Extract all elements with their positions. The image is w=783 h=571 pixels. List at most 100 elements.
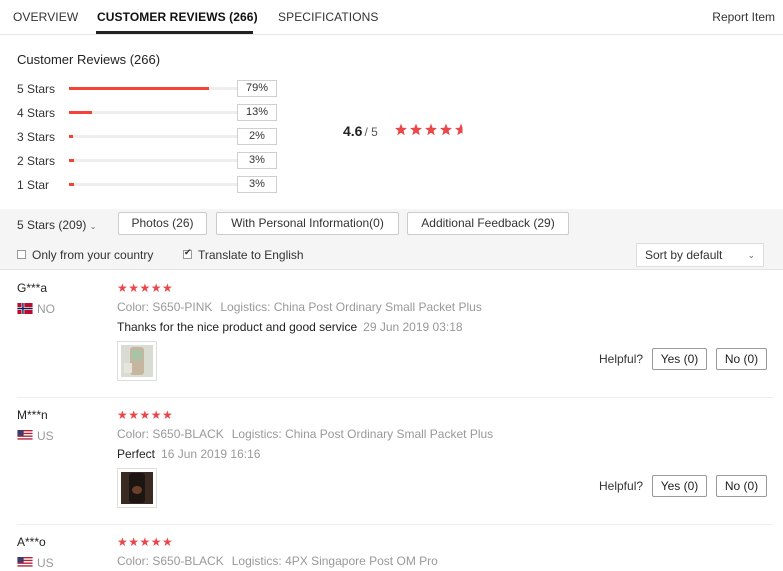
average-star-icons [395, 123, 463, 136]
personal-info-filter-button[interactable]: With Personal Information(0) [216, 212, 399, 235]
only-country-checkbox[interactable] [17, 250, 26, 260]
tab-bar: OVERVIEW CUSTOMER REVIEWS (266) SPECIFIC… [0, 0, 783, 35]
reviewer-country: US [17, 556, 54, 570]
helpful-yes-button[interactable]: Yes (0) [652, 348, 707, 370]
review-photo [121, 345, 153, 377]
review-star-icons: ★★★★★ [117, 535, 174, 549]
tab-overview[interactable]: OVERVIEW [13, 10, 78, 24]
average-rating: 4.6/ 5 [343, 123, 378, 139]
rating-label: 4 Stars [17, 106, 56, 120]
chevron-down-icon: ⌄ [747, 250, 755, 260]
review-photo-thumbnail[interactable] [117, 468, 157, 508]
rating-bar-fill [69, 159, 74, 162]
rating-bar [69, 87, 246, 90]
rating-label: 1 Star [17, 178, 50, 192]
reviewer-name: G***a [17, 281, 48, 295]
rating-bar-fill [69, 87, 209, 90]
only-country-label: Only from your country [32, 248, 154, 262]
star-filter-label: 5 Stars (209) [17, 218, 87, 232]
review-photo [121, 472, 153, 504]
reviewer-country: NO [17, 302, 55, 316]
review-comment: Perfect 16 Jun 2019 16:16 [117, 447, 260, 461]
rating-bar [69, 135, 246, 138]
us-flag-icon [17, 430, 33, 442]
rating-bar [69, 111, 246, 114]
rating-row-2[interactable]: 2 Stars 3% [17, 152, 287, 169]
us-flag-icon [17, 557, 33, 569]
tab-specifications[interactable]: SPECIFICATIONS [278, 10, 379, 24]
reviewer-name: A***o [17, 535, 46, 549]
rating-percent: 3% [237, 176, 277, 193]
additional-feedback-filter-button[interactable]: Additional Feedback (29) [407, 212, 569, 235]
reviews-summary-title: Customer Reviews (266) [17, 52, 161, 67]
rating-row-3[interactable]: 3 Stars 2% [17, 128, 287, 145]
review-comment: Thanks for the nice product and good ser… [117, 320, 463, 334]
star-icon [440, 123, 452, 136]
norway-flag-icon [17, 303, 33, 315]
rating-bar-fill [69, 111, 92, 114]
chevron-down-icon: ⌄ [89, 222, 97, 231]
country-code: US [37, 556, 54, 570]
rating-bar-fill [69, 135, 73, 138]
helpful-label: Helpful? [599, 479, 644, 493]
report-item-link[interactable]: Report Item [712, 10, 775, 24]
review-photo-thumbnail[interactable] [117, 341, 157, 381]
star-icon [395, 123, 407, 136]
review-logistics: Logistics: China Post Ordinary Small Pac… [220, 300, 482, 314]
average-rating-value: 4.6 [343, 123, 363, 139]
country-code: NO [37, 302, 55, 316]
review-date: 16 Jun 2019 16:16 [161, 447, 261, 461]
review-item: M***n US ★★★★★ Color: S650-BLACK Logistic… [0, 397, 783, 525]
star-half-icon [455, 123, 463, 136]
active-tab-indicator [96, 31, 253, 34]
sort-select[interactable]: Sort by default ⌄ [636, 243, 764, 267]
helpful-yes-button[interactable]: Yes (0) [652, 475, 707, 497]
rating-row-4[interactable]: 4 Stars 13% [17, 104, 287, 121]
review-meta: Color: S650-BLACK Logistics: 4PX Singapor… [117, 554, 438, 568]
review-text: Thanks for the nice product and good ser… [117, 320, 358, 334]
photos-filter-button[interactable]: Photos (26) [118, 212, 207, 235]
rating-row-5[interactable]: 5 Stars 79% [17, 80, 287, 97]
rating-bar [69, 159, 246, 162]
review-item: G***a NO ★★★★★ Color: S650-PINK Logistics… [0, 270, 783, 398]
rating-percent: 79% [237, 80, 277, 97]
tab-customer-reviews[interactable]: CUSTOMER REVIEWS (266) [97, 10, 258, 24]
rating-bar [69, 183, 246, 186]
rating-percent: 13% [237, 104, 277, 121]
rating-bar-fill [69, 183, 74, 186]
star-icon [410, 123, 422, 136]
review-meta: Color: S650-PINK Logistics: China Post Or… [117, 300, 482, 314]
helpful-no-button[interactable]: No (0) [716, 475, 767, 497]
helpful-no-button[interactable]: No (0) [716, 348, 767, 370]
review-text: Perfect [117, 447, 156, 461]
translate-checkbox-row[interactable]: Translate to English [183, 247, 304, 262]
review-color: Color: S650-PINK [117, 300, 213, 314]
rating-percent: 2% [237, 128, 277, 145]
reviewer-country: US [17, 429, 54, 443]
rating-label: 3 Stars [17, 130, 56, 144]
review-item: A***o US ★★★★★ Color: S650-BLACK Logistic… [0, 524, 783, 571]
helpful-label: Helpful? [599, 352, 644, 366]
reviewer-name: M***n [17, 408, 48, 422]
country-code: US [37, 429, 54, 443]
rating-percent: 3% [237, 152, 277, 169]
rating-row-1[interactable]: 1 Star 3% [17, 176, 287, 193]
rating-label: 5 Stars [17, 82, 56, 96]
star-icon [425, 123, 437, 136]
review-filter-bar: 5 Stars (209) ⌄ Photos (26) With Persona… [0, 209, 783, 270]
sort-label: Sort by default [645, 248, 723, 262]
star-filter-select[interactable]: 5 Stars (209) ⌄ [17, 218, 96, 232]
review-date: 29 Jun 2019 03:18 [363, 320, 463, 334]
rating-label: 2 Stars [17, 154, 56, 168]
only-country-checkbox-row[interactable]: Only from your country [17, 248, 153, 262]
review-star-icons: ★★★★★ [117, 408, 174, 422]
review-logistics: Logistics: 4PX Singapore Post OM Pro [231, 554, 438, 568]
review-color: Color: S650-BLACK [117, 554, 224, 568]
average-rating-scale: / 5 [364, 125, 378, 139]
review-meta: Color: S650-BLACK Logistics: China Post O… [117, 427, 493, 441]
translate-checkbox[interactable] [183, 247, 192, 260]
review-color: Color: S650-BLACK [117, 427, 224, 441]
review-logistics: Logistics: China Post Ordinary Small Pac… [231, 427, 494, 441]
translate-label: Translate to English [198, 248, 304, 262]
review-star-icons: ★★★★★ [117, 281, 174, 295]
